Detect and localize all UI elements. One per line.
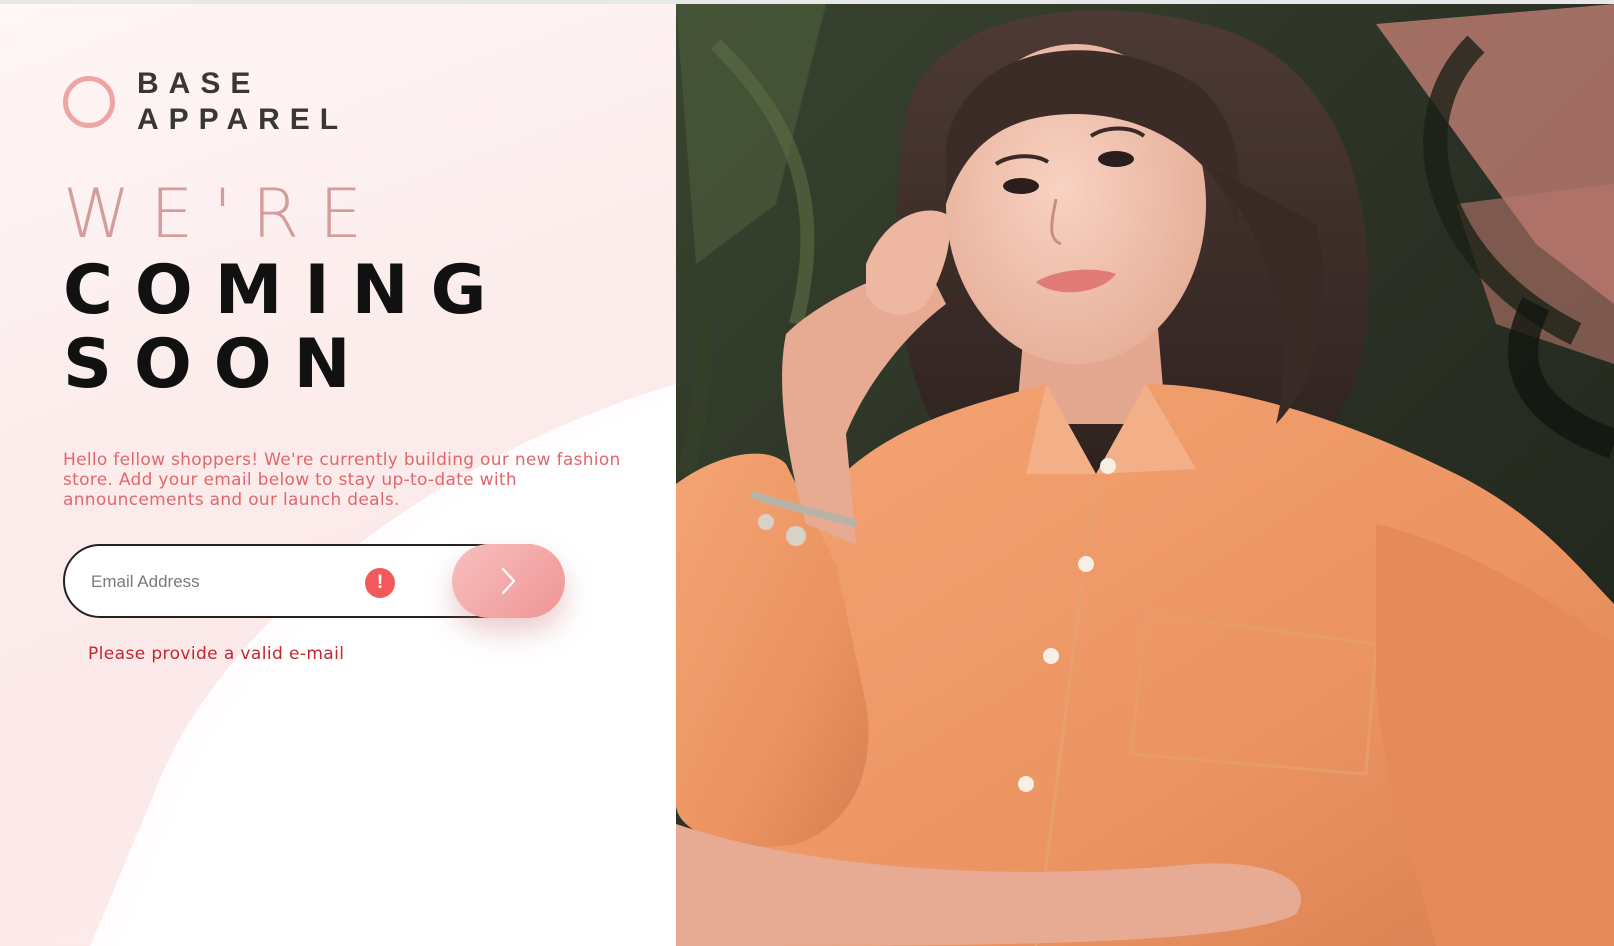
error-icon: ! xyxy=(365,568,395,598)
coming-soon-page: BASE APPAREL WE'RE COMING SOON Hello fel… xyxy=(0,0,1614,946)
ring-logo-icon xyxy=(63,76,115,128)
brand-name: BASE APPAREL xyxy=(137,66,348,138)
submit-button[interactable] xyxy=(452,544,565,618)
brand-name-line1: BASE xyxy=(137,67,261,100)
headline-line1: WE'RE xyxy=(63,175,383,254)
chevron-right-icon xyxy=(501,567,515,595)
page-title: WE'RE COMING SOON xyxy=(63,176,508,402)
email-input[interactable] xyxy=(89,564,363,600)
brand-logo[interactable]: BASE APPAREL xyxy=(63,66,348,138)
hero-image xyxy=(676,4,1614,946)
intro-text: Hello fellow shoppers! We're currently b… xyxy=(63,450,621,510)
woman-in-peach-shirt-photo xyxy=(676,4,1614,946)
left-panel: BASE APPAREL WE'RE COMING SOON Hello fel… xyxy=(0,4,676,946)
headline-line3: SOON xyxy=(63,325,373,404)
headline-line2: COMING xyxy=(63,251,509,330)
email-signup-form: ! xyxy=(63,544,565,618)
brand-name-line2: APPAREL xyxy=(137,103,349,136)
error-message: Please provide a valid e-mail xyxy=(88,644,345,664)
